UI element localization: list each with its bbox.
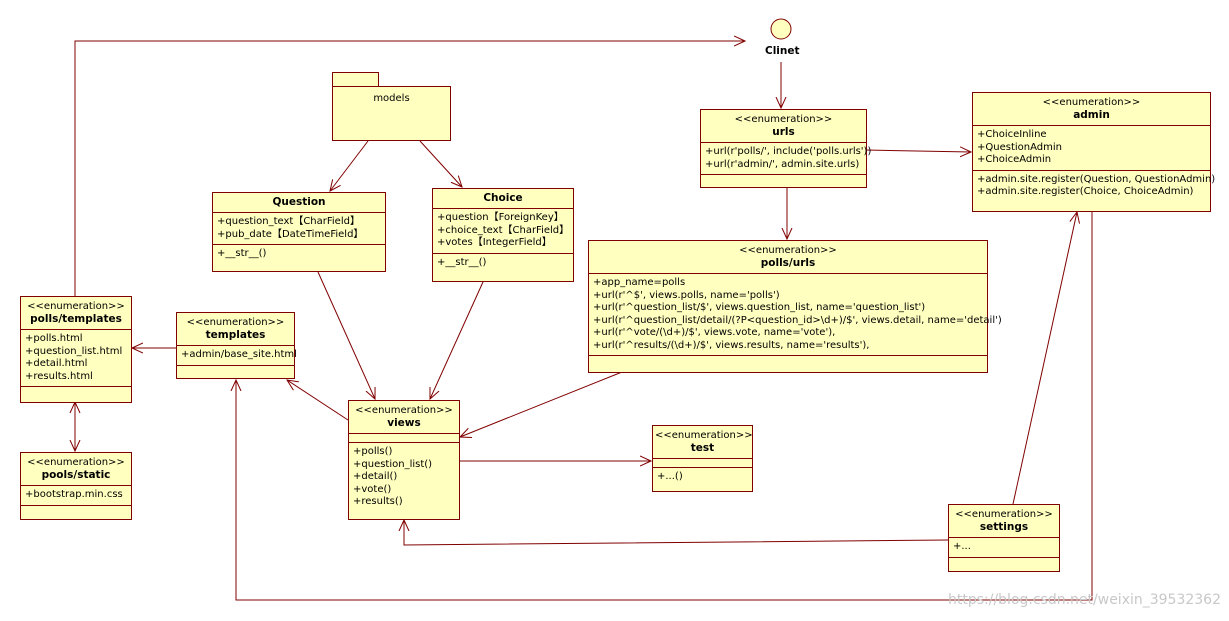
class-name: polls/templates	[30, 313, 122, 325]
edge-choice-views	[430, 281, 484, 399]
attribute: +app_name=polls	[593, 277, 686, 288]
method: +__str__()	[437, 256, 487, 268]
attribute: +detail.html	[25, 358, 88, 369]
attribute: +url(r'^question_list/$', views.question…	[593, 302, 926, 313]
class-name: Choice	[483, 192, 523, 204]
edge-question-views	[317, 271, 375, 399]
method: +vote()	[353, 483, 392, 495]
client-actor-icon	[770, 18, 792, 40]
attribute: +bootstrap.min.css	[25, 489, 123, 500]
models-package[interactable]: models	[332, 86, 451, 141]
stereotype: <<enumeration>>	[734, 114, 833, 125]
class-name: test	[690, 442, 715, 454]
method: +question_list()	[353, 458, 433, 470]
method: +...()	[657, 471, 683, 482]
attribute: +url(r'admin/', admin.site.urls)	[705, 158, 860, 170]
attribute: +url(r'^vote/(\d+)/$', views.vote, name=…	[593, 327, 836, 338]
method: +results()	[353, 496, 403, 507]
attribute: +votes【IntegerField】	[437, 237, 552, 248]
class-name: pools/static	[41, 469, 111, 481]
edge-models-question	[330, 140, 369, 191]
class-question[interactable]: Question +question_text【CharField】 +pub_d…	[212, 192, 386, 272]
class-name: polls/urls	[760, 257, 816, 269]
class-choice[interactable]: Choice +question【ForeignKey】 +choice_text…	[432, 188, 574, 282]
class-views[interactable]: <<enumeration>> views +polls() +question_l…	[348, 400, 460, 520]
class-name: templates	[205, 329, 266, 341]
class-test[interactable]: <<enumeration>> test +...()	[652, 425, 753, 492]
attribute: +polls.html	[25, 333, 83, 344]
attribute: +url(r'^question_list/detail/(?P<questio…	[593, 314, 1002, 326]
attribute: +url(r'^$', views.polls, name='polls')	[593, 289, 780, 301]
stereotype: <<enumeration>>	[186, 317, 285, 328]
edge-settings-admin	[1012, 212, 1077, 505]
edge-urls-admin	[865, 150, 971, 152]
watermark: https://blog.csdn.net/weixin_39532362	[947, 592, 1221, 608]
class-name: Question	[272, 196, 326, 208]
edge-pollsurls-views	[460, 371, 623, 437]
attribute: +question_list.html	[25, 345, 123, 357]
attribute: +pub_date【DateTimeField】	[217, 228, 364, 240]
class-settings[interactable]: <<enumeration>> settings +...	[948, 504, 1060, 572]
method: +polls()	[353, 446, 393, 457]
edge-views-templates	[287, 380, 349, 421]
class-polls-urls[interactable]: <<enumeration>> polls/urls +app_name=poll…	[588, 240, 1002, 373]
attribute: +ChoiceInline	[977, 129, 1047, 140]
attribute: +ChoiceAdmin	[977, 154, 1052, 165]
attribute: +url(r'^results/(\d+)/$', views.results,…	[593, 339, 870, 351]
stereotype: <<enumeration>>	[655, 430, 753, 441]
method: +admin.site.register(Choice, ChoiceAdmin…	[977, 186, 1194, 197]
class-polls-templates[interactable]: <<enumeration>> polls/templates +polls.ht…	[20, 296, 132, 403]
stereotype: <<enumeration>>	[27, 301, 125, 312]
class-templates[interactable]: <<enumeration>> templates +admin/base_sit…	[176, 312, 297, 379]
client-label: Clinet	[765, 45, 800, 57]
attribute: +url(r'polls/', include('polls.urls'))	[705, 146, 872, 157]
attribute: +admin/base_site.html	[181, 349, 297, 360]
class-name: views	[387, 417, 421, 429]
stereotype: <<enumeration>>	[27, 457, 125, 468]
stereotype: <<enumeration>>	[355, 405, 453, 416]
stereotype: <<enumeration>>	[739, 245, 837, 256]
attribute: +results.html	[25, 370, 93, 382]
class-pools-static[interactable]: <<enumeration>> pools/static +bootstrap.m…	[20, 452, 132, 520]
models-folder-tab	[332, 72, 379, 87]
attribute: +question【ForeignKey】	[437, 212, 564, 223]
method: +detail()	[353, 471, 398, 482]
method: +__str__()	[217, 248, 267, 259]
stereotype: <<enumeration>>	[1042, 97, 1141, 108]
models-label: models	[373, 93, 410, 104]
stereotype: <<enumeration>>	[955, 509, 1053, 520]
method: +admin.site.register(Question, QuestionA…	[977, 173, 1216, 185]
class-name: settings	[979, 521, 1029, 533]
attribute: +QuestionAdmin	[977, 141, 1062, 153]
attribute: +choice_text【CharField】	[437, 224, 570, 236]
attribute: +question_text【CharField】	[217, 216, 360, 227]
class-name: urls	[772, 126, 795, 138]
edge-models-choice	[419, 140, 462, 187]
edge-settings-views	[404, 520, 949, 546]
attribute: +...	[953, 541, 971, 552]
class-urls[interactable]: <<enumeration>> urls +url(r'polls/', incl…	[700, 109, 872, 188]
class-name: admin	[1073, 109, 1110, 121]
class-admin[interactable]: <<enumeration>> admin +ChoiceInline +Quest…	[972, 92, 1216, 212]
